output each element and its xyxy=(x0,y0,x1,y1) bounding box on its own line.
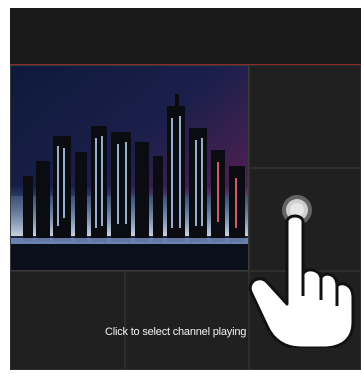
channel-tile[interactable] xyxy=(125,271,249,370)
screen-frame: Click to select channel playing xyxy=(0,0,361,374)
top-toolbar xyxy=(10,8,361,65)
city-skyline-video xyxy=(11,66,248,270)
channel-tile[interactable] xyxy=(10,271,125,370)
instruction-text: Click to select channel playing xyxy=(105,326,247,338)
channel-tile[interactable] xyxy=(249,65,361,168)
pointing-hand-icon xyxy=(245,182,361,350)
channel-tile-playing[interactable] xyxy=(10,65,249,271)
